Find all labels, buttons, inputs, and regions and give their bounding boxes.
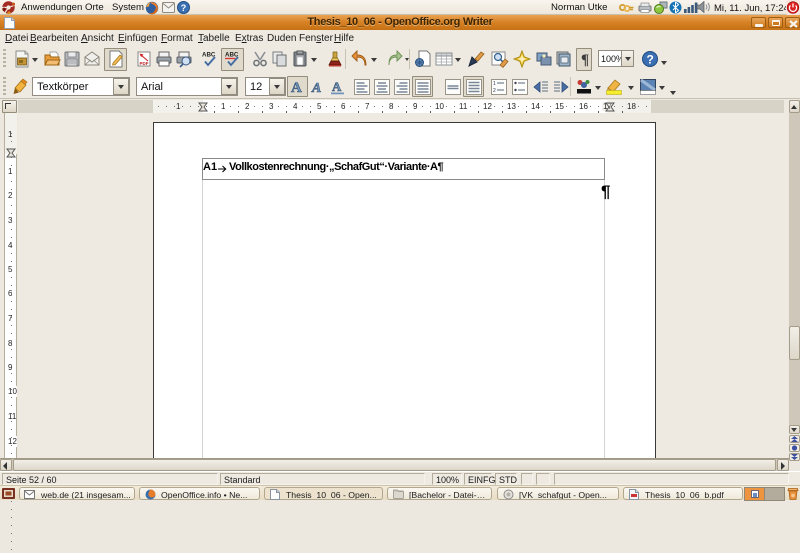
svg-text:A: A	[332, 79, 342, 94]
svg-text:¶: ¶	[581, 52, 589, 68]
svg-text:?: ?	[181, 3, 187, 13]
svg-text:1: 1	[493, 81, 496, 87]
svg-text:A: A	[291, 80, 302, 96]
svg-text:PDF: PDF	[140, 61, 149, 66]
svg-text:?: ?	[647, 53, 654, 67]
svg-text:A: A	[311, 81, 321, 96]
svg-text:2: 2	[493, 88, 496, 94]
